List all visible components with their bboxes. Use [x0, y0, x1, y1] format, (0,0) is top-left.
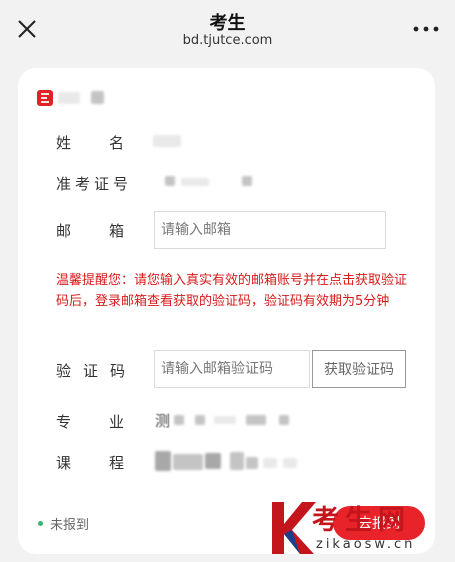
redacted-major [174, 415, 184, 425]
redacted-major [246, 415, 266, 425]
get-code-button[interactable]: 获取验证码 [312, 350, 406, 388]
major-label: 专业 [56, 413, 163, 431]
redacted-major [279, 415, 289, 425]
status-dot-icon [38, 521, 43, 526]
status-text: 未报到 [50, 518, 90, 533]
page-title: 考生 [209, 13, 246, 34]
code-label: 验证码 [56, 362, 138, 380]
redacted-name-value [153, 135, 181, 147]
registration-card: 姓名 准考证号 邮箱 温馨提醒您：请您输入真实有效的邮箱账号并在点击获取验证码后… [18, 68, 435, 554]
redacted-course [283, 458, 297, 468]
code-input[interactable] [154, 350, 310, 388]
redacted-course [246, 457, 258, 469]
redacted-course [263, 458, 277, 468]
redacted-course [205, 453, 221, 469]
more-dots-icon [413, 26, 439, 32]
redacted-exam-id [242, 176, 252, 186]
check-in-button[interactable]: 去报到 [333, 506, 425, 540]
redacted-exam-id [165, 176, 175, 186]
email-input[interactable] [154, 211, 386, 249]
more-button[interactable] [411, 16, 441, 42]
redacted-username [58, 92, 80, 104]
redacted-course [155, 451, 171, 471]
status-indicator: 未报到 [38, 514, 89, 533]
major-value: 测 [155, 412, 171, 430]
app-logo-icon [37, 90, 53, 106]
page-url: bd.tjutce.com [182, 33, 273, 48]
email-label: 邮箱 [56, 222, 163, 240]
course-label: 课程 [56, 454, 163, 472]
top-bar: 考生 bd.tjutce.com [0, 0, 455, 58]
redacted-course [230, 452, 244, 470]
name-label: 姓名 [56, 134, 163, 152]
redacted-username [91, 91, 104, 104]
redacted-course [173, 454, 203, 470]
email-notice: 温馨提醒您：请您输入真实有效的邮箱账号并在点击获取验证码后，登录邮箱查看获取的验… [56, 273, 408, 309]
redacted-exam-id [181, 178, 209, 186]
exam-id-label: 准考证号 [56, 175, 133, 193]
redacted-major [214, 416, 236, 424]
redacted-major [195, 415, 205, 425]
